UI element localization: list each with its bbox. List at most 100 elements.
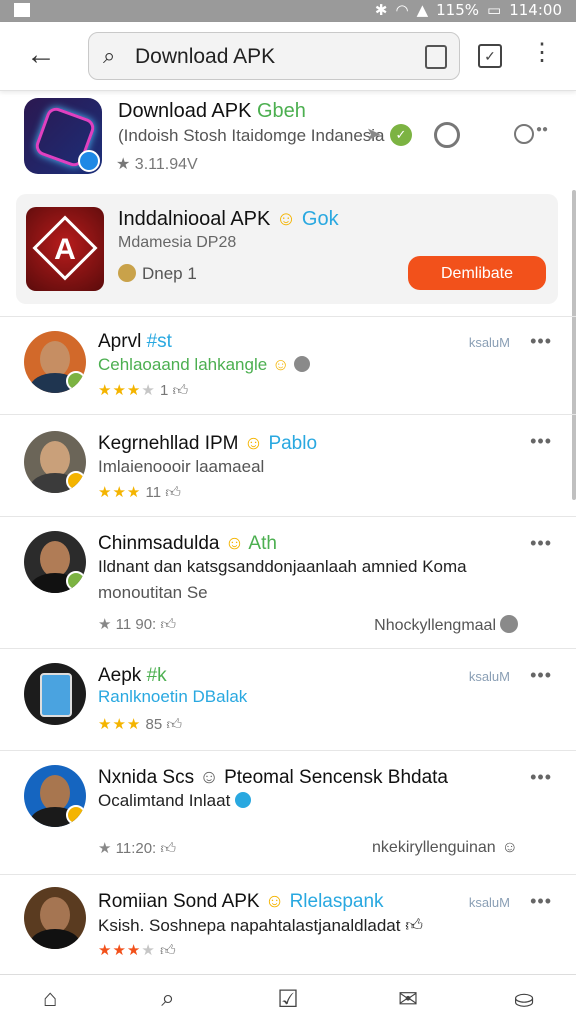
list-item[interactable]: Chinmsadulda ☺ Ath Ildnant dan katsgsand… xyxy=(0,516,576,649)
list-item[interactable]: Aprvl #st Cehlaoaand lahkangle ☺ ★★★★ 1 … xyxy=(0,316,576,415)
post-author: Chinmsadulda xyxy=(98,533,220,554)
smile-emoji-icon: ☺ xyxy=(275,208,297,230)
post-rating: 11 90: xyxy=(115,616,157,633)
app-icon xyxy=(24,98,102,174)
star-icon: ★ xyxy=(98,840,112,857)
more-options-icon[interactable]: ••• xyxy=(530,891,552,912)
post-title: Nxnida Scs ☺ Pteomal Sencensk Bhdata xyxy=(98,767,448,789)
top-app-result[interactable]: Download APK Gbeh (Indoish Stosh Itaidom… xyxy=(0,92,576,188)
more-vert-icon[interactable]: ⋮ xyxy=(530,40,554,66)
avatar xyxy=(24,887,86,949)
app-title-text: Download APK xyxy=(118,100,252,122)
post-body-text: Cehlaoaand lahkangle xyxy=(98,355,268,374)
app-tag: Gbeh xyxy=(256,100,306,122)
list-item[interactable]: Kegrnehllad IPM ☺ Pablo Imlaienoooir laa… xyxy=(0,414,576,517)
post-body-text: Ksish. Soshnepa napahtalastjanaldladat xyxy=(98,916,401,935)
post-user-name: Nhockyllengmaal xyxy=(374,617,496,634)
post-meta: ★★★★ 👍︎ xyxy=(98,941,176,960)
post-title: Kegrnehllad IPM ☺ Pablo xyxy=(98,433,317,455)
more-options-icon[interactable]: ••• xyxy=(530,533,552,554)
avatar-body xyxy=(30,929,80,949)
post-author: Kegrnehllad IPM xyxy=(98,433,239,454)
avatar-face xyxy=(40,341,70,377)
post-time: ksaluM xyxy=(468,335,510,350)
star-rating: ★★★ xyxy=(98,716,142,733)
post-meta: ★ 11:20: 👍︎ xyxy=(98,839,176,858)
post-tag: Ath xyxy=(248,533,277,554)
avatar-face xyxy=(40,441,70,477)
post-meta: ★★★ 85 👍︎ xyxy=(98,715,182,734)
download-button[interactable]: Demlibate xyxy=(408,256,546,290)
thumbs-up-icon[interactable]: 👍︎ xyxy=(160,942,176,959)
avatar xyxy=(24,331,86,393)
featured-app-card[interactable]: A Inddalniooal APK ☺ Gok Mdamesia DP28 D… xyxy=(16,194,558,304)
post-time: ksaluM xyxy=(468,895,510,910)
post-body: Ranlknoetin DBalak xyxy=(98,687,248,706)
post-author: Nxnida Scs xyxy=(98,767,195,788)
checkbox-icon[interactable]: ✓ xyxy=(478,44,502,68)
thumbs-up-icon[interactable]: 👍︎ xyxy=(172,382,188,399)
notification-icon xyxy=(14,3,30,17)
thumbs-up-icon[interactable]: 👍︎ xyxy=(160,616,176,633)
post-title: Romiian Sond APK ☺ Rlelaspank xyxy=(98,891,384,913)
verified-badge-icon xyxy=(66,471,86,491)
shield-icon[interactable] xyxy=(434,122,460,148)
search-query[interactable]: Download APK xyxy=(135,45,275,69)
post-meta: ★★★★ 1 👍︎ xyxy=(98,381,188,400)
clipboard-icon[interactable] xyxy=(425,45,447,69)
verified-badge-icon xyxy=(66,371,86,391)
app-rating: ★ 3.11.94V xyxy=(116,154,198,174)
home-icon[interactable]: ⌂ xyxy=(30,985,70,1015)
avatar-face xyxy=(40,541,70,577)
star-icon: ★ xyxy=(98,616,112,633)
more-options-icon[interactable]: ••• xyxy=(530,665,552,686)
star-rating: ★★★★ xyxy=(98,382,156,399)
list-item[interactable]: Nxnida Scs ☺ Pteomal Sencensk Bhdata Oca… xyxy=(0,750,576,875)
mail-icon[interactable]: ✉ xyxy=(388,985,428,1015)
thumbs-up-icon[interactable]: 👍︎ xyxy=(166,716,182,733)
post-title: Aepk #k xyxy=(98,665,167,687)
featured-title-text: Inddalniooal APK xyxy=(118,208,271,230)
signal-icon: ▲ xyxy=(416,1,429,19)
bluetooth-icon: ✱ xyxy=(374,1,388,19)
avatar xyxy=(118,264,136,282)
post-user: nkekiryllenguinan ☺ xyxy=(372,839,518,857)
avatar-face xyxy=(40,775,70,811)
list-item[interactable]: Aepk #k Ranlknoetin DBalak ★★★ 85 👍︎ ksa… xyxy=(0,648,576,751)
list-item[interactable]: Romiian Sond APK ☺ Rlelaspank Ksish. Sos… xyxy=(0,874,576,975)
avatar xyxy=(500,615,518,633)
dots-icon[interactable]: ●● xyxy=(536,124,548,135)
avatar xyxy=(24,765,86,827)
inbox-check-icon[interactable]: ☑ xyxy=(268,985,308,1015)
thumbs-up-icon[interactable]: 👍︎ xyxy=(165,484,181,501)
featured-user-name: Dnep 1 xyxy=(142,264,197,283)
thumbs-up-icon[interactable]: 👍︎ xyxy=(160,840,176,857)
search-icon[interactable]: ⌕ xyxy=(148,985,188,1015)
smile-emoji-icon: ☺ xyxy=(243,433,264,454)
circle-icon[interactable] xyxy=(514,124,534,144)
more-options-icon[interactable]: ••• xyxy=(530,331,552,352)
post-time: ksaluM xyxy=(468,669,510,684)
avatar xyxy=(24,663,86,725)
verified-badge-icon xyxy=(66,805,86,825)
rating-value: 3.11.94V xyxy=(134,156,198,173)
more-options-icon[interactable]: ••• xyxy=(530,431,552,452)
post-count: 85 xyxy=(145,716,163,733)
post-title: Aprvl #st xyxy=(98,331,172,353)
phone-image xyxy=(40,673,72,717)
post-author: Romiian Sond APK xyxy=(98,891,260,912)
store-icon[interactable]: ⛀ xyxy=(504,985,544,1015)
post-body: Ildnant dan katsgsanddonjaanlaah amnied … xyxy=(98,557,467,576)
more-options-icon[interactable]: ••• xyxy=(530,767,552,788)
post-count: 11 xyxy=(145,484,162,501)
post-tag: Pablo xyxy=(268,433,318,454)
verified-badge-icon xyxy=(66,571,86,591)
post-body-text: Ocalimtand Inlaat xyxy=(98,791,231,810)
search-field[interactable]: ⌕ Download APK xyxy=(88,32,460,80)
back-arrow-icon[interactable]: ← xyxy=(26,40,56,70)
smile-emoji-icon: ☺ xyxy=(271,355,290,374)
post-author: Aepk xyxy=(98,665,142,686)
star-icon: ★ xyxy=(116,156,131,173)
post-title: Chinmsadulda ☺ Ath xyxy=(98,533,277,555)
post-body-line2: monoutitan Se xyxy=(98,583,208,602)
